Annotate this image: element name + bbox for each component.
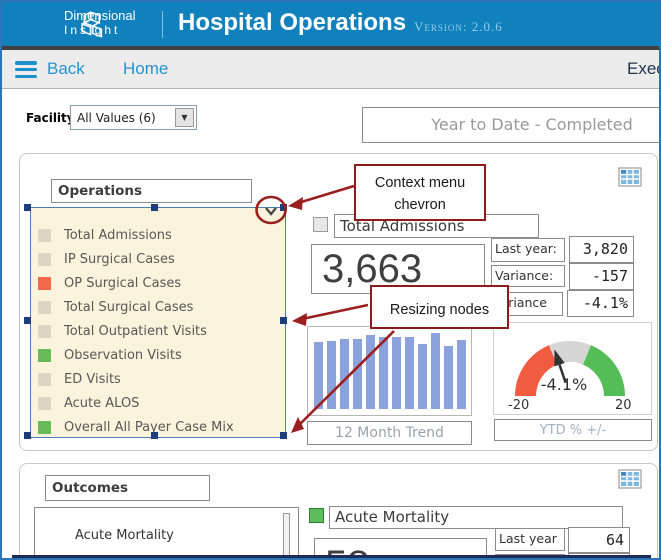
metric-row[interactable]: ED Visits xyxy=(38,367,282,391)
metric-color-swatch xyxy=(38,348,51,362)
trend-bar xyxy=(405,337,414,409)
facility-selected-value: All Values (6) xyxy=(77,111,156,125)
resize-node-bottom-right[interactable] xyxy=(280,432,287,439)
stat-label: Variance: xyxy=(491,265,565,287)
metric-color-swatch xyxy=(38,252,51,266)
stat-value: 3,820 xyxy=(569,236,634,263)
dashboard-screenshot: Dimensional Insight Hospital Operations … xyxy=(0,0,661,560)
svg-text:20: 20 xyxy=(615,398,632,413)
metric-color-swatch xyxy=(38,300,51,314)
stat-value: 64 xyxy=(568,527,630,553)
metric-label: Total Surgical Cases xyxy=(64,299,194,315)
header-divider xyxy=(162,11,163,38)
metric-row[interactable]: IP Surgical Cases xyxy=(38,247,282,271)
trend-bar xyxy=(340,339,349,409)
nav-bar: Back Home Execu xyxy=(2,50,659,89)
trend-bar xyxy=(444,346,453,409)
callout-context-menu-chevron: Context menu chevron xyxy=(354,164,486,221)
resize-node-bottom-left[interactable] xyxy=(24,432,31,439)
stat-value: -4.1% xyxy=(567,290,634,317)
facility-select[interactable]: All Values (6) ▼ xyxy=(70,105,197,130)
metric-label: Observation Visits xyxy=(64,347,182,363)
table-view-icon[interactable] xyxy=(618,469,642,489)
metric-label: Overall All Payer Case Mix xyxy=(64,419,234,435)
operations-panel-title[interactable]: Operations xyxy=(51,179,252,203)
metric-row[interactable]: OP Surgical Cases xyxy=(38,271,282,295)
metric-row[interactable]: Overall All Payer Case Mix xyxy=(38,415,282,439)
outcomes-list[interactable]: Acute Mortality xyxy=(34,507,299,558)
callout-text: Context menu xyxy=(374,175,466,191)
outcomes-panel-title[interactable]: Outcomes xyxy=(45,475,210,501)
gauge-arc: -4.1% -20 20 xyxy=(508,341,632,413)
table-view-icon[interactable] xyxy=(618,167,642,187)
metric-checkbox[interactable] xyxy=(313,217,328,232)
metric-row[interactable]: Observation Visits xyxy=(38,343,282,367)
brand-line1: Dimensional xyxy=(64,8,136,23)
metric-row[interactable]: Total Admissions xyxy=(38,223,282,247)
resize-node-top-right[interactable] xyxy=(280,204,287,211)
metric-color-swatch xyxy=(38,324,51,338)
resize-node-top-mid[interactable] xyxy=(151,204,158,211)
trend-bar xyxy=(366,335,375,409)
trend-bar xyxy=(392,337,401,409)
metric-row[interactable]: Total Outpatient Visits xyxy=(38,319,282,343)
trend-bar xyxy=(353,339,362,409)
nav-right-link[interactable]: Execu xyxy=(627,59,659,79)
trend-bar-chart xyxy=(307,326,472,416)
period-selector[interactable]: Year to Date - Completed xyxy=(362,107,659,143)
outcomes-list-item[interactable]: Acute Mortality xyxy=(75,528,174,543)
stat-value: -157 xyxy=(569,263,634,290)
metric-color-swatch xyxy=(38,228,51,242)
brand-line2: Insight xyxy=(64,23,121,37)
metric-label: OP Surgical Cases xyxy=(64,275,182,291)
ytd-gauge: -4.1% -20 20 xyxy=(493,322,652,415)
resize-node-top-left[interactable] xyxy=(24,204,31,211)
scrollbar-thumb[interactable] xyxy=(283,513,290,558)
metrics-list: Total Admissions IP Surgical Cases OP Surg… xyxy=(38,223,282,439)
trend-bar xyxy=(314,342,323,409)
metric-label: IP Surgical Cases xyxy=(64,251,175,267)
trend-caption: 12 Month Trend xyxy=(307,421,472,445)
trend-bar xyxy=(457,340,466,409)
metric-color-swatch xyxy=(38,372,51,386)
metric-color-swatch xyxy=(309,508,324,523)
bottom-window-strip xyxy=(12,555,651,558)
metric-label: Total Admissions xyxy=(64,227,172,243)
callout-text: chevron xyxy=(394,197,446,213)
version-label: Version: 2.0.6 xyxy=(414,19,503,34)
metric-row[interactable]: Acute ALOS xyxy=(38,391,282,415)
trend-bar xyxy=(327,341,336,409)
brand-name: Dimensional Insight xyxy=(64,8,136,38)
trend-bar xyxy=(418,344,427,409)
nav-home-link[interactable]: Home xyxy=(123,59,168,79)
metric-color-swatch xyxy=(38,396,51,410)
metric-label: ED Visits xyxy=(64,371,121,387)
metric-name-box: Acute Mortality xyxy=(329,506,623,529)
stat-label: Last year xyxy=(495,528,565,551)
app-header: Dimensional Insight Hospital Operations … xyxy=(2,2,659,46)
gauge-caption: YTD % +/- xyxy=(494,419,652,441)
metric-row[interactable]: Total Surgical Cases xyxy=(38,295,282,319)
metric-color-swatch xyxy=(38,420,51,434)
context-menu-chevron-icon[interactable] xyxy=(261,201,281,221)
svg-text:-20: -20 xyxy=(508,398,529,413)
resize-node-left-mid[interactable] xyxy=(24,317,31,324)
resize-node-bottom-mid[interactable] xyxy=(151,432,158,439)
stat-label: Last year: xyxy=(491,238,565,262)
svg-text:-4.1%: -4.1% xyxy=(541,375,587,394)
nav-back-link[interactable]: Back xyxy=(47,59,85,79)
resize-node-right-mid[interactable] xyxy=(280,317,287,324)
hamburger-menu-icon[interactable] xyxy=(15,61,37,79)
page-title: Hospital Operations xyxy=(178,9,407,36)
trend-bar xyxy=(431,333,440,409)
trend-bars xyxy=(314,333,466,409)
metric-color-swatch xyxy=(38,276,51,290)
metric-label: Acute ALOS xyxy=(64,395,140,411)
dropdown-arrow-icon[interactable]: ▼ xyxy=(175,108,194,127)
trend-bar xyxy=(379,337,388,409)
callout-resizing-nodes: Resizing nodes xyxy=(370,285,509,329)
metric-label: Total Outpatient Visits xyxy=(64,323,207,339)
facility-label: Facility xyxy=(26,111,75,125)
